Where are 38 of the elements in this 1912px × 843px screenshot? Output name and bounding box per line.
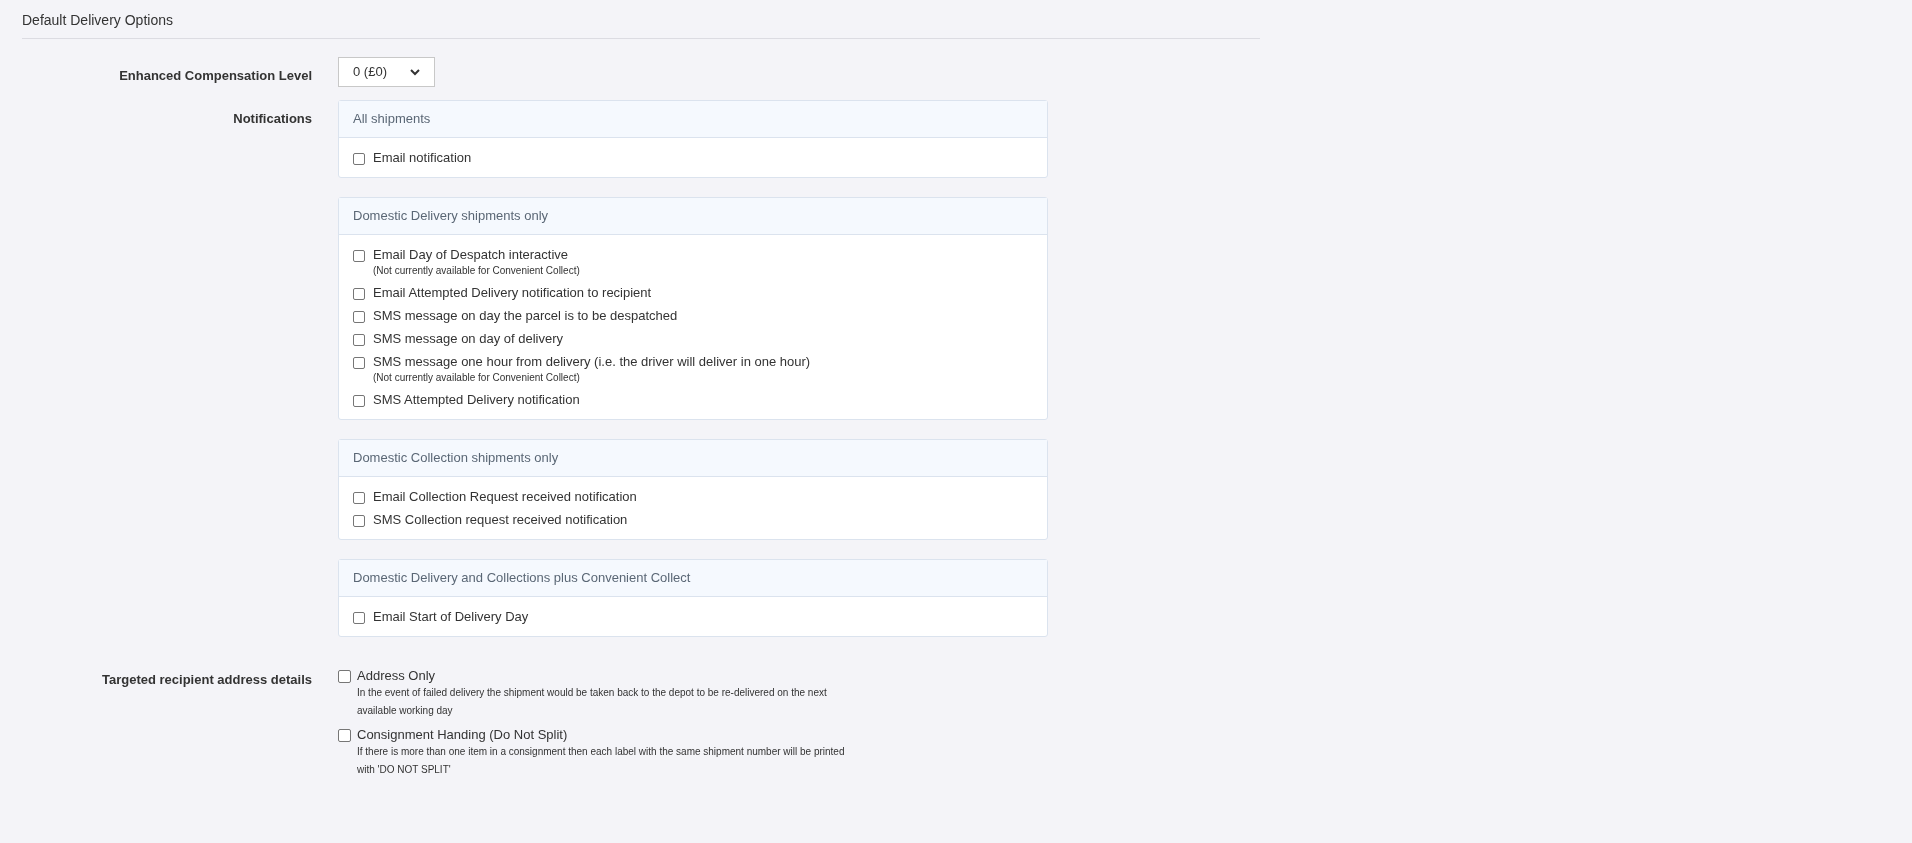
- option-description: In the event of failed delivery the shipment would be taken back to the depot to be re-delivered on the next available working day: [357, 686, 828, 718]
- option-description: If there is more than one item in a consignment then each label with the same shipment number will be printed with 'DO NOT SPLIT': [357, 745, 846, 777]
- option-label: SMS Attempted Delivery notification: [373, 391, 580, 408]
- panel-title: Domestic Delivery and Collections plus Convenient Collect: [353, 569, 691, 588]
- field-label: Notifications: [233, 111, 312, 126]
- option-label: SMS Collection request received notification: [373, 511, 628, 528]
- checkbox[interactable]: [353, 395, 365, 407]
- chevron-down-icon: [410, 68, 420, 76]
- field-label: Targeted recipient address details: [102, 672, 312, 687]
- section-title: Default Delivery Options: [22, 12, 173, 28]
- option-label: Email Attempted Delivery notification to recipient: [373, 284, 652, 301]
- checkbox[interactable]: [353, 515, 365, 527]
- option-label: SMS message on day of delivery: [373, 330, 564, 347]
- option-label: Consignment Handing (Do Not Split): [357, 726, 569, 743]
- option-label: Email Day of Despatch interactive: [373, 246, 570, 263]
- checkbox[interactable]: [338, 729, 351, 742]
- option-label: Address Only: [357, 667, 437, 684]
- compensation-select[interactable]: 0 (£0): [338, 57, 435, 87]
- checkbox[interactable]: [353, 311, 365, 323]
- checkbox[interactable]: [353, 612, 365, 624]
- checkbox[interactable]: [353, 250, 365, 262]
- checkbox[interactable]: [353, 153, 365, 165]
- panel-title: Domestic Delivery shipments only: [353, 207, 549, 226]
- option-label: SMS message on day the parcel is to be despatched: [373, 307, 678, 324]
- field-label: Enhanced Compensation Level: [119, 68, 312, 83]
- option-label: Email notification: [373, 149, 472, 166]
- panel-title: Domestic Collection shipments only: [353, 449, 559, 468]
- panel-title: All shipments: [353, 110, 431, 129]
- option-label: Email Start of Delivery Day: [373, 608, 529, 625]
- option-note: (Not currently available for Convenient Collect): [373, 371, 581, 385]
- checkbox[interactable]: [353, 357, 365, 369]
- checkbox[interactable]: [353, 288, 365, 300]
- option-label: Email Collection Request received notification: [373, 488, 637, 505]
- option-note: (Not currently available for Convenient Collect): [373, 264, 580, 278]
- checkbox[interactable]: [338, 670, 351, 683]
- option-label: SMS message one hour from delivery (i.e. the driver will deliver in one hour): [373, 353, 811, 370]
- checkbox[interactable]: [353, 492, 365, 504]
- checkbox[interactable]: [353, 334, 365, 346]
